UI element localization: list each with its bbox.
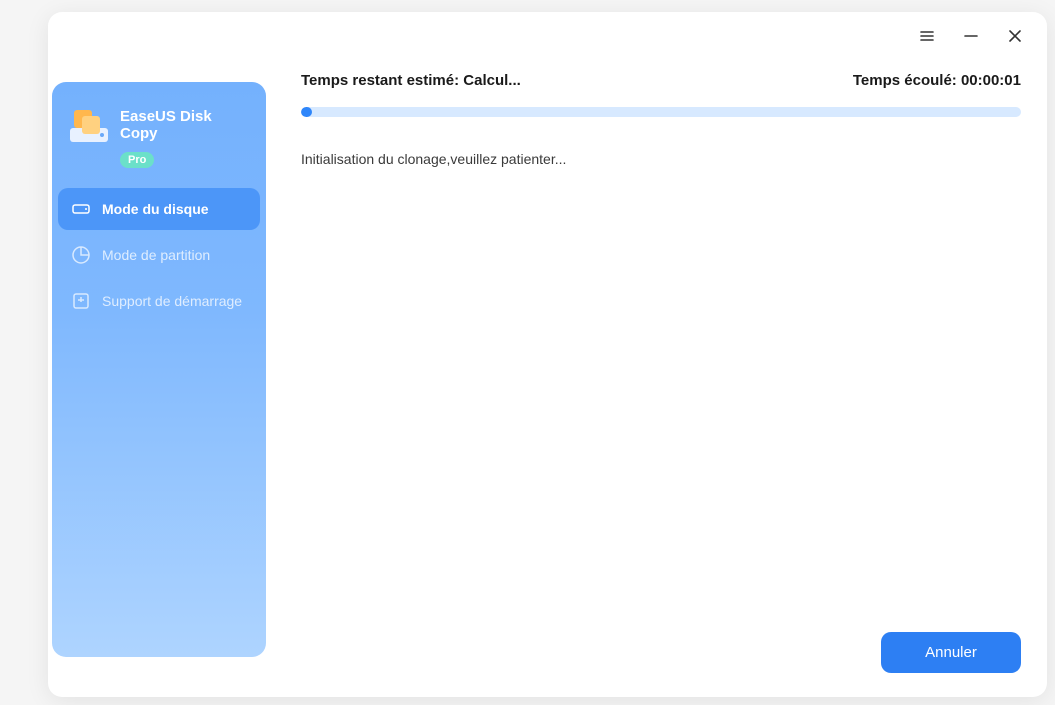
sidebar-item-disk-mode[interactable]: Mode du disque bbox=[58, 188, 260, 230]
boot-icon bbox=[72, 292, 90, 310]
minimize-icon[interactable] bbox=[963, 28, 979, 44]
pie-icon bbox=[72, 246, 90, 264]
progress-bar bbox=[301, 107, 1021, 117]
cancel-button[interactable]: Annuler bbox=[881, 632, 1021, 673]
sidebar-item-boot-media[interactable]: Support de démarrage bbox=[58, 280, 260, 322]
pro-badge: Pro bbox=[120, 150, 266, 168]
status-row: Temps restant estimé: Calcul... Temps éc… bbox=[301, 72, 1021, 89]
close-icon[interactable] bbox=[1007, 28, 1023, 44]
app-title: EaseUS Disk Copy bbox=[120, 108, 248, 142]
main-content: Temps restant estimé: Calcul... Temps éc… bbox=[301, 72, 1021, 673]
brand: EaseUS Disk Copy bbox=[52, 98, 266, 148]
sidebar: EaseUS Disk Copy Pro Mode du disque Mode… bbox=[52, 82, 266, 657]
sidebar-item-partition-mode[interactable]: Mode de partition bbox=[58, 234, 260, 276]
status-message: Initialisation du clonage,veuillez patie… bbox=[301, 151, 1021, 167]
sidebar-item-label: Support de démarrage bbox=[102, 293, 242, 309]
footer: Annuler bbox=[881, 632, 1021, 673]
titlebar bbox=[919, 12, 1047, 60]
time-remaining-label: Temps restant estimé: Calcul... bbox=[301, 72, 521, 89]
app-logo-icon bbox=[70, 106, 108, 144]
sidebar-item-label: Mode du disque bbox=[102, 201, 209, 217]
sidebar-nav: Mode du disque Mode de partition Support… bbox=[52, 188, 266, 322]
time-elapsed-label: Temps écoulé: 00:00:01 bbox=[853, 72, 1021, 89]
disk-icon bbox=[72, 200, 90, 218]
progress-fill bbox=[301, 107, 312, 117]
app-window: EaseUS Disk Copy Pro Mode du disque Mode… bbox=[48, 12, 1047, 697]
menu-icon[interactable] bbox=[919, 28, 935, 44]
sidebar-item-label: Mode de partition bbox=[102, 247, 210, 263]
